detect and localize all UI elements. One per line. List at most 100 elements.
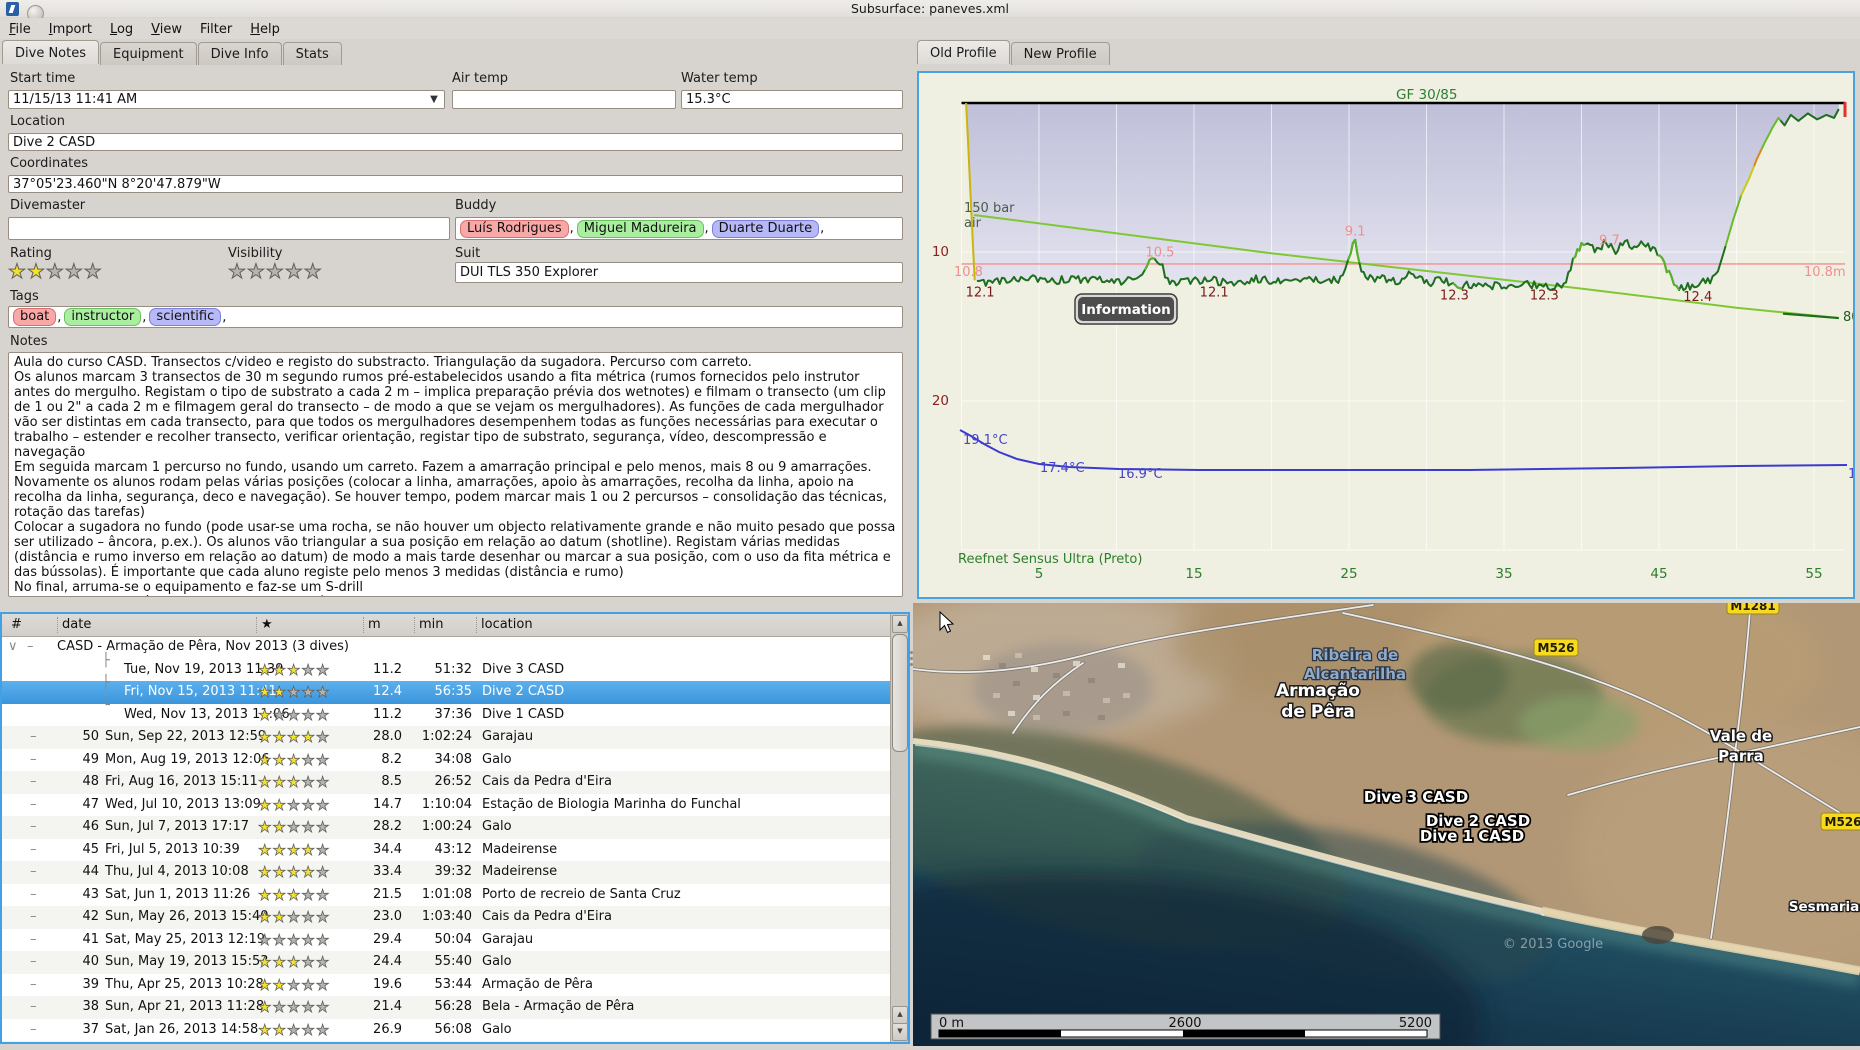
dive-row[interactable]: –43Sat, Jun 1, 2013 11:26★★★★★21.51:01:0… xyxy=(2,884,891,907)
dive-number: 46 xyxy=(57,819,99,834)
tag-chip[interactable]: scientific xyxy=(149,308,221,326)
dive-row[interactable]: –39Thu, Apr 25, 2013 10:28★★★★★19.653:44… xyxy=(2,974,891,997)
buddy-chip[interactable]: Duarte Duarte xyxy=(712,220,819,238)
dive-date: Sat, Jun 1, 2013 11:26 xyxy=(105,887,250,902)
divemaster-input[interactable] xyxy=(8,217,450,240)
dive-duration: 43:12 xyxy=(400,842,472,857)
dive-number: 38 xyxy=(57,999,99,1014)
location-input[interactable] xyxy=(8,133,903,151)
scroll-down-icon[interactable]: ▼ xyxy=(892,1023,908,1041)
scale-right-label: 5200 xyxy=(1399,1016,1432,1031)
tab-dive-notes[interactable]: Dive Notes xyxy=(2,40,99,64)
air-temp-input[interactable] xyxy=(452,90,676,109)
building-block xyxy=(1033,715,1040,720)
scroll-up-icon[interactable]: ▲ xyxy=(892,615,908,633)
dive-row[interactable]: –48Fri, Aug 16, 2013 15:11★★★★★8.526:52C… xyxy=(2,771,891,794)
column-header-min[interactable]: min xyxy=(414,617,444,633)
tab-stats[interactable]: Stats xyxy=(283,42,342,65)
start-time-combobox[interactable]: 11/15/13 11:41 AM ▼ xyxy=(8,90,445,109)
menu-import[interactable]: Import xyxy=(40,20,101,39)
dive-duration: 34:08 xyxy=(400,752,472,767)
dive-list[interactable]: # date ★ m min location ∨–CASD - Armação de P… xyxy=(0,612,910,1044)
dive-list-header[interactable]: # date ★ m min location xyxy=(2,614,891,637)
tree-line: – xyxy=(30,909,37,924)
dive-row[interactable]: –42Sun, May 26, 2013 15:40★★★★★23.01:03:… xyxy=(2,906,891,929)
menu-help[interactable]: Help xyxy=(241,20,289,39)
notes-textarea[interactable]: Aula do curso CASD. Transectos c/video e… xyxy=(8,352,903,597)
svg-text:19.1°C: 19.1°C xyxy=(963,433,1008,448)
menu-file[interactable]: File xyxy=(0,20,40,39)
buddy-input[interactable]: Luís Rodrigues,Miguel Madureira,Duarte D… xyxy=(455,217,903,240)
dive-list-scrollbar[interactable]: ▲ ▲ ▼ xyxy=(890,614,908,1042)
svg-text:9.7: 9.7 xyxy=(1599,234,1620,249)
tab-new-profile[interactable]: New Profile xyxy=(1011,42,1110,65)
buddy-chip[interactable]: Miguel Madureira xyxy=(577,220,704,238)
visibility-stars[interactable]: ★★★★★ xyxy=(228,259,323,283)
dive-row[interactable]: –44Thu, Jul 4, 2013 10:08★★★★★33.439:32M… xyxy=(2,861,891,884)
column-header-num[interactable]: # xyxy=(7,617,22,633)
column-header-stars[interactable]: ★ xyxy=(256,617,273,633)
scroll-up2-icon[interactable]: ▲ xyxy=(892,1006,908,1024)
coordinates-input[interactable] xyxy=(8,175,903,193)
rating-stars[interactable]: ★★★★★ xyxy=(8,259,103,283)
water-temp-input[interactable] xyxy=(681,90,903,109)
chip-separator: , xyxy=(820,221,824,236)
buddy-chip[interactable]: Luís Rodrigues xyxy=(460,220,569,238)
dive-row[interactable]: └Wed, Nov 13, 2013 11:06★★★★★11.237:36Di… xyxy=(2,704,891,727)
svg-text:55: 55 xyxy=(1805,566,1822,582)
dive-trip-group-row[interactable]: ∨–CASD - Armação de Pêra, Nov 2013 (3 di… xyxy=(2,636,891,659)
svg-text:17.4°C: 17.4°C xyxy=(1040,461,1085,476)
dive-row[interactable]: –36Sun, Jan 20, 2013 12:33★★★★★21.758:36… xyxy=(2,1041,891,1044)
dive-row[interactable]: –40Sun, May 19, 2013 15:53★★★★★24.455:40… xyxy=(2,951,891,974)
chevron-down-icon[interactable]: ▼ xyxy=(427,93,441,107)
menu-log[interactable]: Log xyxy=(101,20,142,39)
scale-mid-label: 2600 xyxy=(1168,1016,1201,1031)
dive-row[interactable]: ├Fri, Nov 15, 2013 11:41★★★★★12.456:35Di… xyxy=(2,681,891,704)
scrollbar-thumb[interactable] xyxy=(892,634,908,752)
suit-input[interactable] xyxy=(455,262,903,283)
dive-depth: 24.4 xyxy=(342,954,402,969)
profile-plot: GF 30/85150 barair80102010.810.8m12.110.… xyxy=(919,73,1853,597)
dive-row[interactable]: –49Mon, Aug 19, 2013 12:06★★★★★8.234:08G… xyxy=(2,749,891,772)
tree-line: – xyxy=(30,752,37,767)
dive-row[interactable]: –50Sun, Sep 22, 2013 12:59★★★★★28.01:02:… xyxy=(2,726,891,749)
dive-date: Fri, Nov 15, 2013 11:41 xyxy=(124,684,277,699)
svg-text:12.3: 12.3 xyxy=(1530,288,1559,303)
map-container[interactable]: Armaçãode PêraRibeira deAlcantarilhaVale… xyxy=(913,603,1860,1046)
svg-text:Reefnet Sensus Ultra (Preto): Reefnet Sensus Ultra (Preto) xyxy=(958,552,1142,567)
tag-chip[interactable]: boat xyxy=(13,308,56,326)
svg-text:9.1: 9.1 xyxy=(1345,225,1366,240)
dive-row[interactable]: –47Wed, Jul 10, 2013 13:09★★★★★14.71:10:… xyxy=(2,794,891,817)
tag-chip[interactable]: instructor xyxy=(64,308,141,326)
svg-text:5: 5 xyxy=(1035,566,1044,582)
dive-date: Sun, Apr 21, 2013 11:28 xyxy=(105,999,264,1014)
dive-row[interactable]: –37Sat, Jan 26, 2013 14:58★★★★★26.956:08… xyxy=(2,1019,891,1042)
dive-number: 44 xyxy=(57,864,99,879)
dive-duration: 51:32 xyxy=(400,662,472,677)
dive-row[interactable]: –46Sun, Jul 7, 2013 17:17★★★★★28.21:00:2… xyxy=(2,816,891,839)
dive-date: Sun, May 19, 2013 15:53 xyxy=(105,954,269,969)
tags-input[interactable]: boat,instructor,scientific, xyxy=(8,306,903,328)
building-block xyxy=(1073,661,1080,666)
column-header-location[interactable]: location xyxy=(476,617,533,633)
dive-rating: ★★★★★ xyxy=(258,908,330,926)
dive-date: Thu, Apr 25, 2013 10:28 xyxy=(105,977,264,992)
dive-depth: 8.5 xyxy=(342,774,402,789)
menu-view[interactable]: View xyxy=(142,20,191,39)
satellite-map[interactable]: Armaçãode PêraRibeira deAlcantarilhaVale… xyxy=(913,603,1860,1046)
tab-old-profile[interactable]: Old Profile xyxy=(917,40,1010,64)
svg-text:air: air xyxy=(964,216,982,231)
building-block xyxy=(1063,711,1070,716)
dive-row[interactable]: –45Fri, Jul 5, 2013 10:39★★★★★34.443:12M… xyxy=(2,839,891,862)
menu-filter[interactable]: Filter xyxy=(191,20,241,39)
collapse-caret-icon[interactable]: ∨ xyxy=(8,639,18,654)
tab-equipment[interactable]: Equipment xyxy=(100,42,197,65)
column-header-date[interactable]: date xyxy=(57,617,91,633)
tab-dive-info[interactable]: Dive Info xyxy=(198,42,282,65)
column-header-m[interactable]: m xyxy=(363,617,381,633)
building-block xyxy=(983,655,990,660)
dive-row[interactable]: –38Sun, Apr 21, 2013 11:28★★★★★21.456:28… xyxy=(2,996,891,1019)
svg-text:12.1: 12.1 xyxy=(1200,285,1229,300)
dive-row[interactable]: ├Tue, Nov 19, 2013 11:39★★★★★11.251:32Di… xyxy=(2,659,891,682)
dive-row[interactable]: –41Sat, May 25, 2013 12:19★★★★★29.450:04… xyxy=(2,929,891,952)
